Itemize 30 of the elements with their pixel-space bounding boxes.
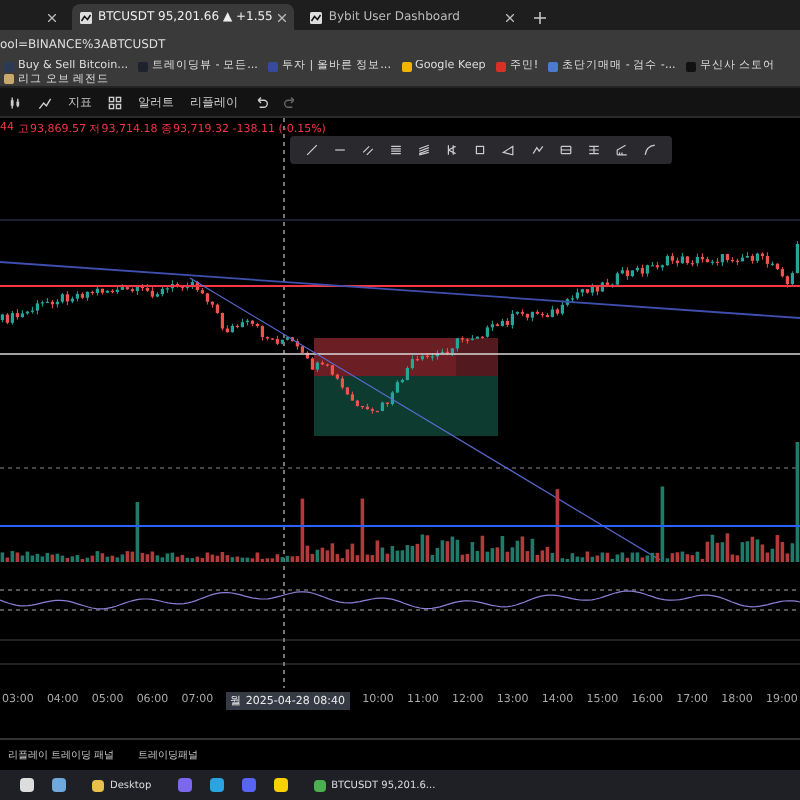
- trend-line[interactable]: [0, 261, 800, 319]
- square-icon[interactable]: [474, 144, 487, 156]
- diagonal-lines-icon[interactable]: [418, 144, 431, 156]
- chart-favicon-icon: [310, 11, 323, 23]
- app-icon[interactable]: [20, 778, 34, 792]
- rows-icon[interactable]: [559, 144, 572, 156]
- trend-line[interactable]: [189, 277, 661, 561]
- grid-icon[interactable]: [108, 95, 122, 109]
- redo-icon[interactable]: [284, 95, 298, 109]
- new-tab-icon[interactable]: [534, 12, 547, 24]
- close-icon[interactable]: [278, 13, 287, 21]
- zigzag-icon[interactable]: [531, 144, 544, 156]
- curve-icon[interactable]: [643, 144, 656, 156]
- app-icon[interactable]: [273, 778, 288, 792]
- fork-icon[interactable]: [446, 144, 459, 156]
- horizontal-lines-icon[interactable]: [390, 144, 403, 156]
- position-drawing[interactable]: [314, 338, 498, 436]
- chart-icon[interactable]: [38, 95, 52, 109]
- ruler-icon[interactable]: [615, 144, 628, 156]
- ray-icon[interactable]: [334, 144, 347, 156]
- rows-icon[interactable]: [587, 144, 600, 156]
- line-icon[interactable]: [306, 144, 319, 156]
- candle-icon[interactable]: [8, 95, 22, 109]
- app-icon[interactable]: [209, 778, 224, 792]
- parallel-lines-icon[interactable]: [362, 144, 375, 156]
- chart-favicon-icon: [80, 11, 92, 23]
- close-icon[interactable]: [506, 13, 515, 21]
- triangle-icon[interactable]: [502, 144, 515, 156]
- close-icon[interactable]: [48, 13, 56, 21]
- undo-icon[interactable]: [254, 95, 268, 109]
